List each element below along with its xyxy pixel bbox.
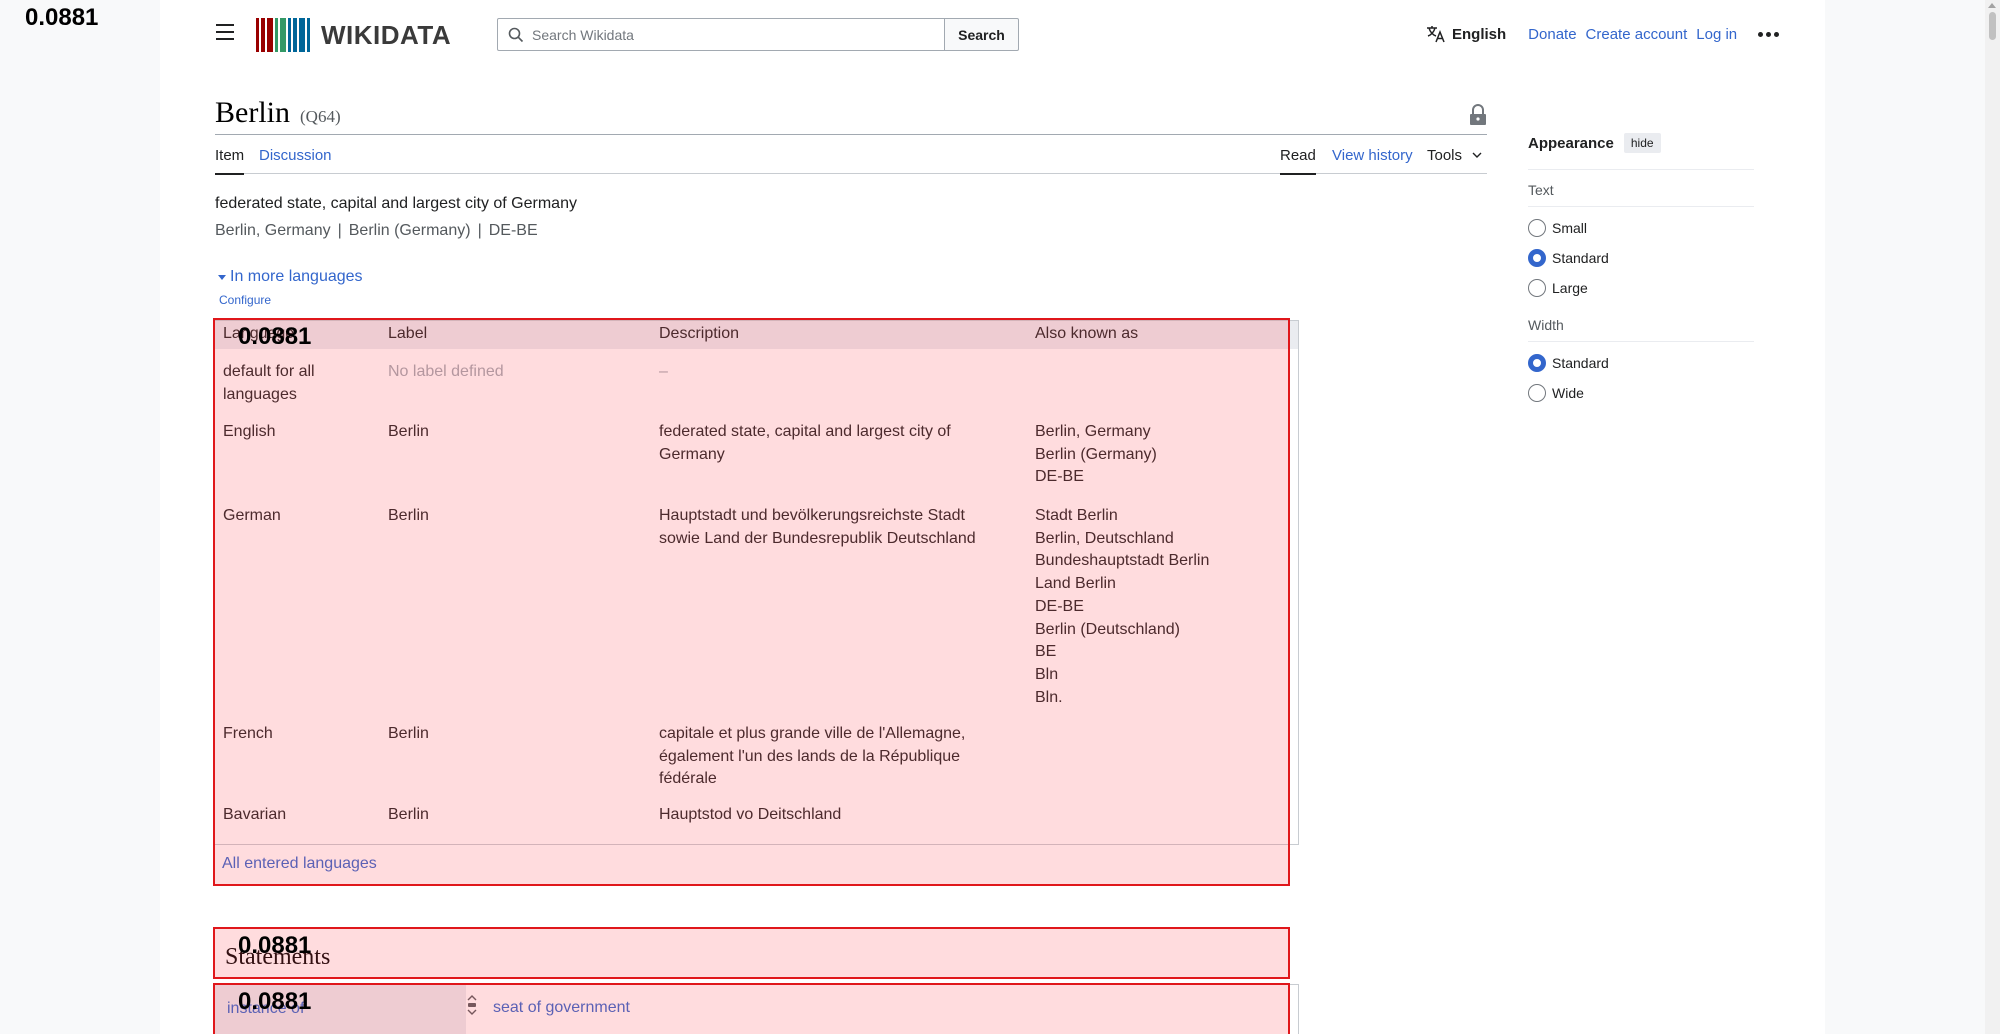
radio-label: Standard [1552,355,1609,371]
tools-label: Tools [1427,147,1463,164]
radio-label: Wide [1552,385,1584,401]
radio-label: Small [1552,220,1588,236]
highlight-box-statements-heading: 0.0881 [213,927,1290,979]
radio-label: Large [1552,280,1588,296]
search-button[interactable]: Search [945,18,1019,51]
search-input[interactable] [532,26,932,43]
language-selector[interactable]: English [1426,25,1506,43]
appearance-panel: Appearance hide Text Small Standard Larg… [1528,133,1754,402]
tab-read[interactable]: Read [1280,147,1316,175]
alias: DE-BE [488,222,538,239]
caret-down-icon [218,274,226,280]
text-size-small-radio[interactable]: Small [1528,219,1754,237]
item-aliases: Berlin, Germany | Berlin (Germany) | DE-BE [215,222,538,240]
user-links: English Donate Create account Log in [1426,25,1782,43]
page-tabs: Item Discussion Read View history Tools [215,136,1487,175]
search-field[interactable] [497,18,945,51]
alias: Berlin (Germany) [348,222,471,239]
search-form: Search [497,18,1019,51]
radio-circle-selected [1528,249,1546,267]
text-size-large-radio[interactable]: Large [1528,279,1754,297]
text-size-standard-radio[interactable]: Standard [1528,249,1754,267]
width-label: Width [1528,317,1754,342]
translate-icon [1427,26,1445,43]
highlight-box-statement: 0.0881 [213,983,1290,1034]
in-more-languages-label: In more languages [230,268,363,285]
configure-link[interactable]: Configure [219,293,271,307]
highlight-score: 0.0881 [238,932,312,959]
appearance-title: Appearance [1528,134,1614,152]
scroll-up-icon[interactable] [1988,3,1996,8]
highlight-box-languages: 0.0881 [213,318,1290,886]
page-scrollbar[interactable] [1985,0,2000,1034]
radio-circle-selected [1528,354,1546,372]
item-description: federated state, capital and largest cit… [215,195,577,212]
search-icon [508,27,524,42]
item-id: (Q64) [300,107,341,126]
tab-item[interactable]: Item [215,147,245,175]
logo-wordmark: WIKIDATA [321,19,452,50]
width-standard-radio[interactable]: Standard [1528,354,1754,372]
tab-discussion[interactable]: Discussion [259,147,332,173]
page-title-row: Berlin (Q64) [215,96,1487,135]
wikidata-logo[interactable]: WIKIDATA [256,18,451,52]
log-in-link[interactable]: Log in [1696,26,1737,43]
highlight-score: 0.0881 [238,988,312,1015]
alias: Berlin, Germany [215,222,331,239]
create-account-link[interactable]: Create account [1586,26,1688,43]
appearance-header: Appearance hide [1528,133,1754,170]
barcode-logo-icon [256,18,312,52]
alias-separator: | [337,222,342,239]
tab-tools[interactable]: Tools [1427,147,1482,173]
main-menu-icon[interactable] [216,24,234,40]
radio-circle [1528,384,1546,402]
in-more-languages-toggle[interactable]: In more languages [218,268,363,286]
lock-icon[interactable] [1469,104,1487,126]
highlight-score: 0.0881 [238,323,312,350]
tab-view-history[interactable]: View history [1332,147,1413,173]
radio-circle [1528,219,1546,237]
width-wide-radio[interactable]: Wide [1528,384,1754,402]
radio-label: Standard [1552,250,1609,266]
chevron-down-icon [1472,152,1482,158]
donate-link[interactable]: Donate [1528,26,1576,43]
radio-circle [1528,279,1546,297]
more-options-icon[interactable] [1758,31,1782,37]
hide-appearance-button[interactable]: hide [1623,133,1661,153]
scrollbar-thumb[interactable] [1989,12,1996,40]
language-label: English [1452,25,1507,43]
page-title: Berlin [215,96,290,129]
overlay-score: 0.0881 [25,4,99,31]
text-size-label: Text [1528,182,1754,207]
alias-separator: | [477,222,482,239]
